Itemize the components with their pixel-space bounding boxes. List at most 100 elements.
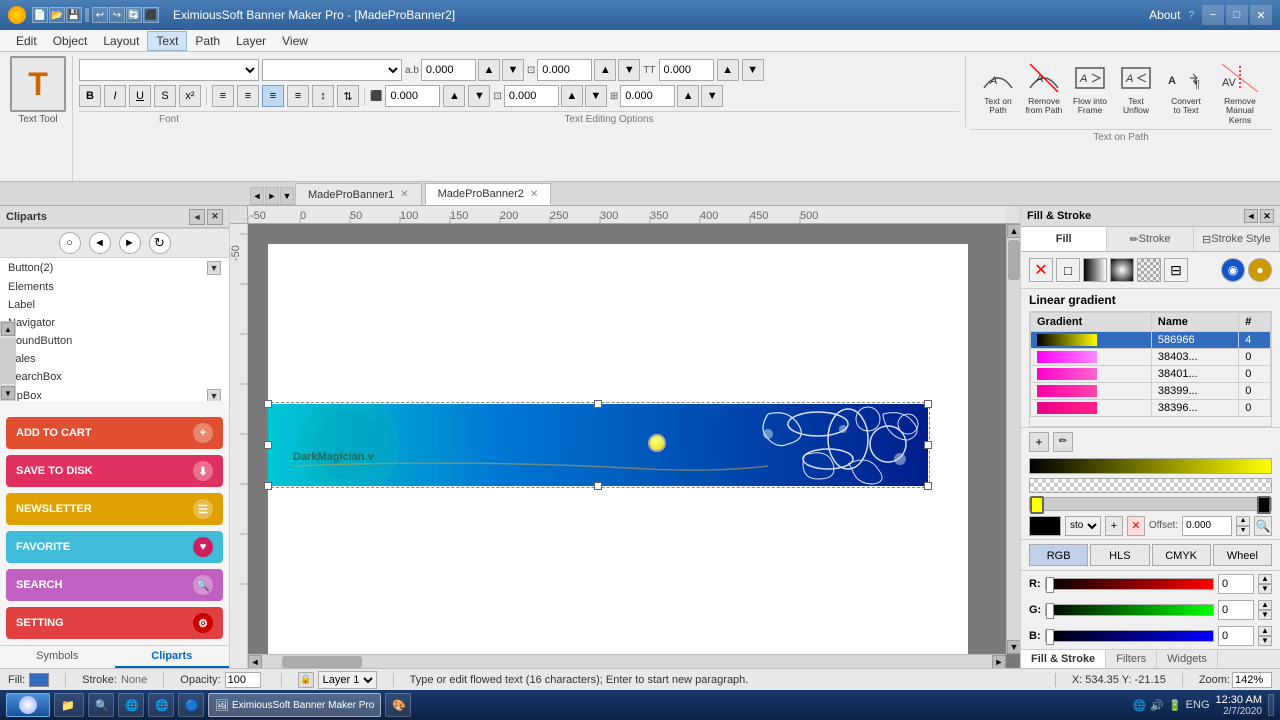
taskbar-ie[interactable]: 🌐: [148, 693, 174, 717]
save-to-disk-btn[interactable]: SAVE TO DISK ⬇: [6, 455, 223, 487]
widgets-bottom-tab[interactable]: Widgets: [1157, 650, 1218, 668]
eyedropper-btn[interactable]: 🔍: [1254, 516, 1272, 536]
panel-collapse-btn[interactable]: ◄: [189, 209, 205, 225]
tab-banner2[interactable]: MadeProBanner2 ✕: [425, 183, 552, 205]
g-slider-handle[interactable]: [1046, 603, 1054, 619]
filters-bottom-tab[interactable]: Filters: [1106, 650, 1157, 668]
newsletter-btn[interactable]: NEWSLETTER ☰: [6, 493, 223, 525]
char-spacing-up[interactable]: ▲: [478, 59, 500, 81]
volume-icon[interactable]: 🔊: [1150, 699, 1164, 712]
taskbar-search[interactable]: 🔍: [88, 693, 114, 717]
offset-up[interactable]: ▲: [1236, 516, 1250, 526]
taskbar-ps[interactable]: 🎨: [385, 693, 411, 717]
list-item-navigator[interactable]: Navigator: [0, 314, 229, 332]
toolbar-save[interactable]: 💾: [66, 7, 82, 23]
menu-edit[interactable]: Edit: [8, 32, 45, 50]
offset-down[interactable]: ▼: [1236, 526, 1250, 536]
tab-nav-right[interactable]: ►: [265, 187, 279, 205]
tt-input[interactable]: [659, 59, 714, 81]
g-input[interactable]: [1218, 600, 1254, 620]
gradient-row-2[interactable]: 38401... 0: [1031, 366, 1271, 383]
taskbar-cortana[interactable]: 🌐: [118, 693, 144, 717]
font-size-select[interactable]: [262, 59, 402, 81]
handle-tc[interactable]: [594, 400, 602, 408]
show-desktop-btn[interactable]: [1268, 694, 1274, 716]
r-slider-handle[interactable]: [1046, 577, 1054, 593]
vscroll-up[interactable]: ▲: [1007, 224, 1020, 238]
handle-ml[interactable]: [264, 441, 272, 449]
rp-collapse[interactable]: ◄: [1244, 209, 1258, 223]
align-extra2-btn[interactable]: ⇅: [337, 85, 359, 107]
word-spacing-down[interactable]: ▼: [618, 59, 640, 81]
toolbar-open[interactable]: 📂: [49, 7, 65, 23]
scroll-up-btn[interactable]: ▲: [1, 322, 15, 336]
list-item-tipbox[interactable]: TipBox ▼: [0, 386, 229, 401]
add-to-cart-btn[interactable]: ADD TO CART +: [6, 417, 223, 449]
dropdown-tipbox[interactable]: ▼: [207, 389, 221, 401]
list-item-button2[interactable]: Button(2) ▼: [0, 258, 229, 278]
list-item-label[interactable]: Label: [0, 296, 229, 314]
panel-close-btn[interactable]: ✕: [207, 209, 223, 225]
menu-object[interactable]: Object: [45, 32, 96, 50]
b-slider-handle[interactable]: [1046, 629, 1054, 645]
italic-btn[interactable]: I: [104, 85, 126, 107]
layer-select[interactable]: Layer 1: [318, 671, 377, 689]
hscrollbar[interactable]: ◄ ►: [248, 654, 1006, 668]
convert-to-text-btn[interactable]: A ¶ Convertto Text: [1159, 58, 1213, 127]
toolbar-new[interactable]: 📄: [32, 7, 48, 23]
layer-lock-icon[interactable]: 🔒: [298, 672, 314, 688]
zoom-input-status[interactable]: [1232, 672, 1272, 688]
gradient-slider-handle-left[interactable]: [1030, 496, 1044, 514]
setting-btn[interactable]: SETTING ⚙: [6, 607, 223, 639]
tt-down[interactable]: ▼: [742, 59, 764, 81]
pattern-icon[interactable]: ■: [1137, 258, 1161, 282]
cliparts-tab[interactable]: Cliparts: [115, 646, 230, 668]
toolbar-refresh[interactable]: 🔄: [126, 7, 142, 23]
align-left-btn[interactable]: ≡: [212, 85, 234, 107]
radial-grad-icon[interactable]: ■: [1110, 258, 1134, 282]
stroke-style-tab[interactable]: ⊟ Stroke Style: [1194, 227, 1280, 251]
wheel-btn[interactable]: Wheel: [1213, 544, 1272, 566]
toolbar-extra[interactable]: ⬛: [143, 7, 159, 23]
gradient-slider-handle-right[interactable]: [1257, 496, 1271, 514]
tt2-up[interactable]: ▲: [677, 85, 699, 107]
r-up[interactable]: ▲: [1258, 574, 1272, 584]
row-down[interactable]: ▼: [468, 85, 490, 107]
menu-layout[interactable]: Layout: [95, 32, 147, 50]
g-up[interactable]: ▲: [1258, 600, 1272, 610]
current-color-swatch[interactable]: [1029, 516, 1061, 536]
tt-up[interactable]: ▲: [717, 59, 739, 81]
align-justify-btn[interactable]: ≡: [287, 85, 309, 107]
nav-circle-btn[interactable]: ○: [59, 232, 81, 254]
flow-into-frame-btn[interactable]: A Flow intoFrame: [1067, 58, 1113, 127]
gradient-row-0[interactable]: 586966 4: [1031, 332, 1271, 349]
handle-tl[interactable]: [264, 400, 272, 408]
nav-forward-btn[interactable]: ►: [119, 232, 141, 254]
canvas-scroll-area[interactable]: DarkMagician.v ▲ ▼ ◄: [248, 224, 1020, 668]
tt2-down[interactable]: ▼: [701, 85, 723, 107]
linear-grad-icon[interactable]: ■: [1083, 258, 1107, 282]
text-tool-button[interactable]: T: [10, 56, 66, 112]
row-input[interactable]: [385, 85, 440, 107]
g-slider[interactable]: [1045, 604, 1214, 616]
align-center-btn[interactable]: ≡: [237, 85, 259, 107]
menu-text[interactable]: Text: [147, 31, 187, 51]
edit-gradient-btn[interactable]: ✏: [1053, 432, 1073, 452]
about-menu[interactable]: About: [1149, 8, 1180, 22]
menu-view[interactable]: View: [274, 32, 316, 50]
scroll-thumb[interactable]: [1, 338, 15, 384]
underline-btn[interactable]: U: [129, 85, 151, 107]
taskbar-explorer[interactable]: 📁: [54, 693, 84, 717]
handle-bl[interactable]: [264, 482, 272, 490]
taskbar-chrome[interactable]: 🔵: [178, 693, 204, 717]
toolbar-redo[interactable]: ↪: [109, 7, 125, 23]
gradient-list[interactable]: Gradient Name # 586966 4 38403... 0: [1029, 311, 1272, 427]
r-down[interactable]: ▼: [1258, 584, 1272, 594]
menu-layer[interactable]: Layer: [228, 32, 274, 50]
fill-stroke-bottom-tab[interactable]: Fill & Stroke: [1021, 650, 1106, 668]
superscript-btn[interactable]: x²: [179, 85, 201, 107]
toolbar-undo[interactable]: ↩: [92, 7, 108, 23]
dropdown-button2[interactable]: ▼: [207, 261, 221, 275]
sub-icon[interactable]: ●: [1248, 258, 1272, 282]
search-btn[interactable]: SEARCH 🔍: [6, 569, 223, 601]
